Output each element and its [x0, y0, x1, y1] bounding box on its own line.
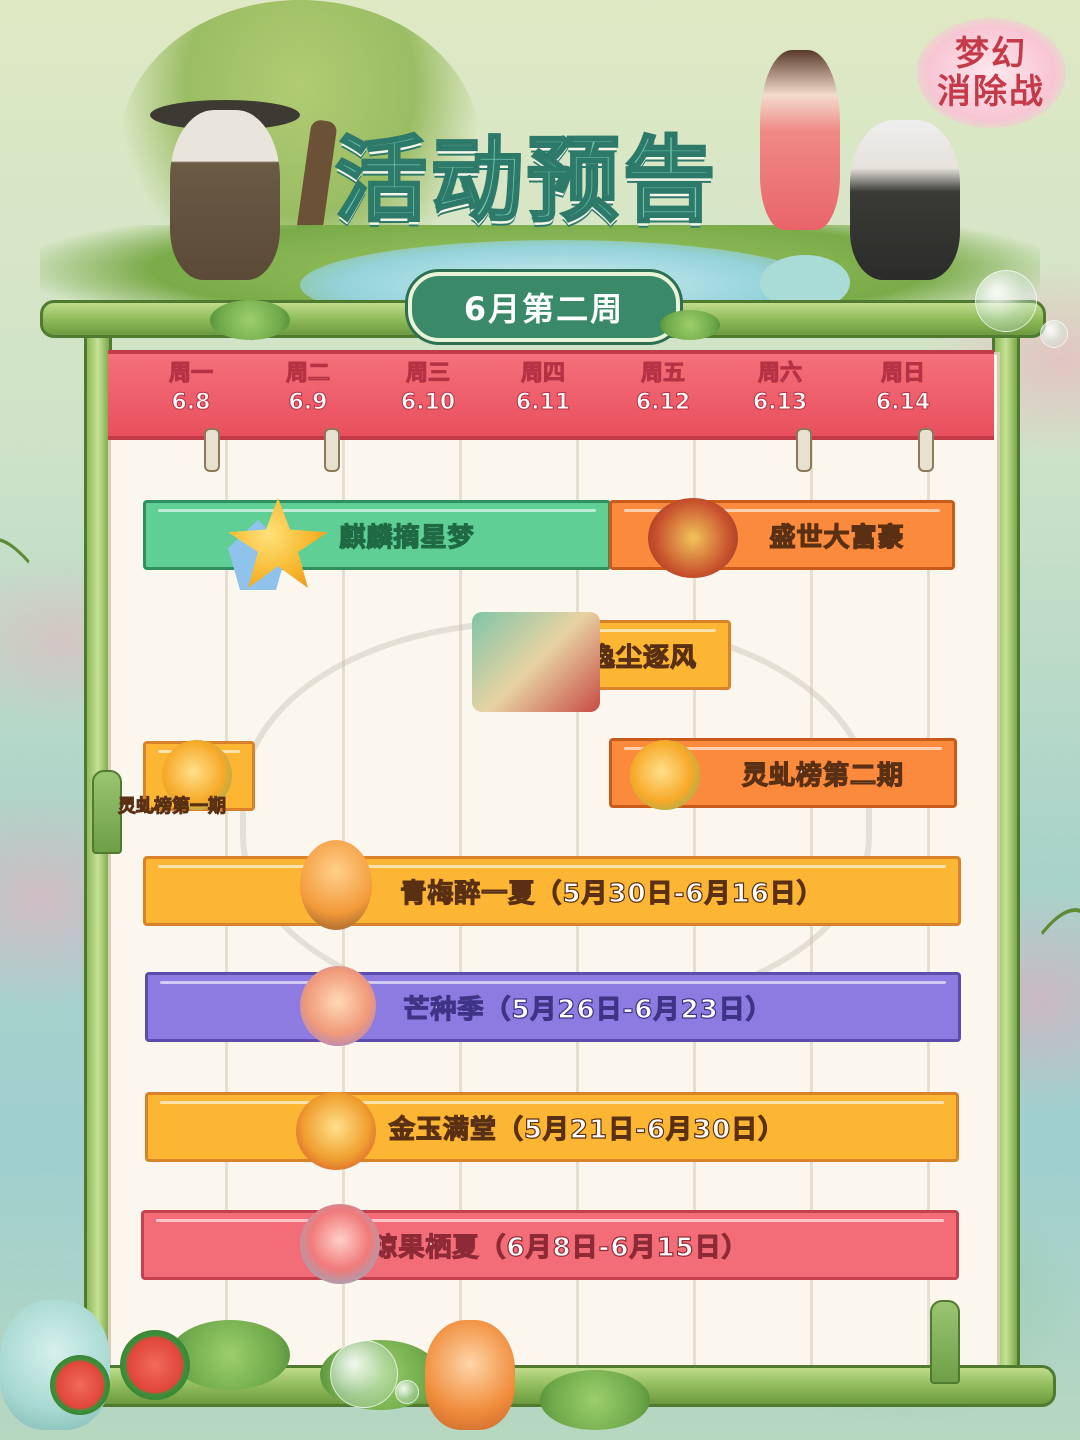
- day-date: 6.10: [400, 390, 456, 416]
- day-column-fri: 周五 6.12: [613, 360, 713, 418]
- day-name: 周三: [405, 361, 450, 387]
- day-column-wed: 周三 6.10: [378, 360, 478, 418]
- event-jinyu-bar[interactable]: 金玉满堂（5月21日-6月30日）: [145, 1092, 959, 1162]
- day-name: 周六: [757, 361, 802, 387]
- day-name: 周五: [640, 361, 685, 387]
- day-column-sat: 周六 6.13: [730, 360, 830, 418]
- event-qilin-bar[interactable]: 麒麟摘星梦: [143, 500, 611, 570]
- day-date: 6.9: [288, 390, 328, 416]
- event-label: 逸尘逐风: [588, 642, 697, 673]
- lily-pad: [660, 310, 720, 340]
- bubble: [975, 270, 1037, 332]
- page-title: 活动预告: [333, 125, 719, 236]
- event-label: 盛世大富豪: [769, 522, 905, 553]
- event-label: 麒麟摘星梦: [339, 522, 475, 553]
- day-date: 6.11: [515, 390, 571, 416]
- day-date: 6.13: [752, 390, 808, 416]
- day-column-mon: 周一 6.8: [141, 360, 241, 418]
- day-date: 6.12: [635, 390, 691, 416]
- event-qiongguo-bar[interactable]: 琼果栖夏（6月8日-6月15日）: [141, 1210, 959, 1280]
- logo-line-1: 梦幻: [955, 34, 1027, 74]
- game-logo: 梦幻 消除战: [916, 18, 1066, 128]
- fisherman-character: [170, 110, 280, 280]
- lady-character: [760, 50, 840, 230]
- cat-straw-hat-icon: [300, 966, 376, 1046]
- sage-character: [850, 120, 960, 280]
- logo-line-2: 消除战: [937, 72, 1045, 112]
- event-label: 芒种季（5月26日-6月23日）: [403, 994, 773, 1025]
- day-date: 6.8: [171, 390, 211, 416]
- day-name: 周四: [520, 361, 565, 387]
- event-label: 灵虬榜第二期: [741, 760, 904, 791]
- treasure-chest-icon: [648, 498, 738, 578]
- hanging-ring: [918, 428, 934, 472]
- day-column-sun: 周日 6.14: [853, 360, 953, 418]
- event-mangzhong-bar[interactable]: 芒种季（5月26日-6月23日）: [145, 972, 961, 1042]
- lily-pad: [210, 300, 290, 340]
- lily-pad: [540, 1370, 650, 1430]
- week-banner: 6月第二周: [408, 272, 680, 342]
- gold-treasure-icon: [296, 1092, 376, 1170]
- event-qingmei-bar[interactable]: 青梅醉一夏（5月30日-6月16日）: [143, 856, 961, 926]
- fox-warrior-icon: [300, 840, 372, 930]
- event-label: 金玉满堂（5月21日-6月30日）: [388, 1114, 786, 1145]
- event-label: 琼果栖夏（6月8日-6月15日）: [371, 1232, 749, 1263]
- day-name: 周二: [285, 361, 330, 387]
- bubble: [395, 1380, 419, 1404]
- peach-cloud-icon: [300, 1204, 380, 1284]
- day-name: 周日: [880, 361, 925, 387]
- bubble: [1040, 320, 1068, 348]
- lady-scene-icon: [472, 612, 600, 712]
- day-date: 6.14: [875, 390, 931, 416]
- watermelon-half: [120, 1330, 190, 1400]
- day-column-thu: 周四 6.11: [493, 360, 593, 418]
- event-label: 青梅醉一夏（5月30日-6月16日）: [400, 878, 824, 909]
- event-lingqiu1-label: 灵虬榜第一期: [118, 796, 227, 818]
- hanging-ring: [204, 428, 220, 472]
- day-column-tue: 周二 6.9: [258, 360, 358, 418]
- hanging-ring: [324, 428, 340, 472]
- orange-cat: [425, 1320, 515, 1430]
- bubble: [330, 1340, 398, 1408]
- golden-dragon-icon: [630, 740, 700, 810]
- watermelon-slice: [50, 1355, 110, 1415]
- hanging-ring: [796, 428, 812, 472]
- tassel-right: [930, 1300, 960, 1384]
- day-name: 周一: [168, 361, 213, 387]
